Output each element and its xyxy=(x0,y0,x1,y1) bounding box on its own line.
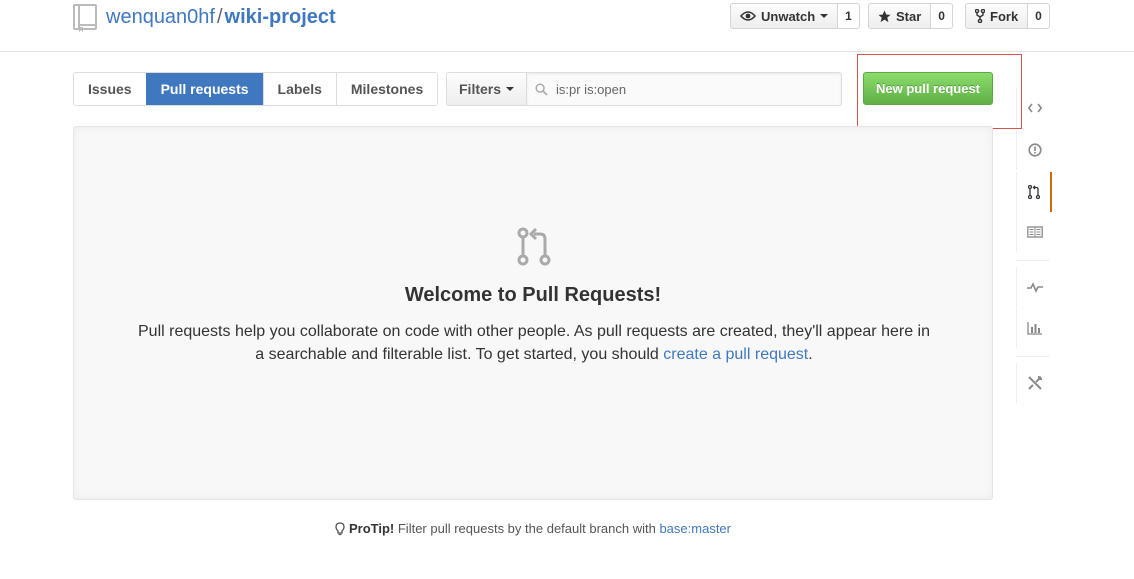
filters-label: Filters xyxy=(459,81,502,97)
pull-request-icon xyxy=(517,227,551,266)
sidebar-code[interactable] xyxy=(1016,88,1052,128)
repo-icon xyxy=(73,4,97,32)
blankslate-line2: a searchable and filterable list. To get… xyxy=(255,346,664,363)
issues-icon xyxy=(1027,143,1042,157)
sidebar-settings[interactable] xyxy=(1016,363,1052,403)
sidebar-graphs[interactable] xyxy=(1016,308,1052,348)
sidebar-issues[interactable] xyxy=(1016,130,1052,170)
forks-count[interactable]: 0 xyxy=(1028,3,1050,29)
search-value: is:pr is:open xyxy=(556,81,627,97)
tab-milestones[interactable]: Milestones xyxy=(335,73,438,105)
unwatch-button[interactable]: Unwatch xyxy=(730,3,839,29)
search-input[interactable]: is:pr is:open xyxy=(527,72,842,106)
fork-group: Fork 0 xyxy=(965,3,1050,29)
repo-owner-link[interactable]: wenquan0hf xyxy=(106,6,215,28)
fork-icon xyxy=(975,9,985,23)
protip-label: ProTip! xyxy=(348,521,395,536)
eye-icon xyxy=(740,11,756,21)
graphs-icon xyxy=(1026,322,1042,335)
sidebar-pull-requests[interactable] xyxy=(1016,172,1052,212)
repo-name-link[interactable]: wiki-project xyxy=(225,6,336,28)
search-icon xyxy=(535,82,548,96)
chevron-down-icon xyxy=(506,87,515,91)
pull-request-icon xyxy=(1027,185,1040,199)
blankslate-line1: Pull requests help you collaborate on co… xyxy=(138,323,930,340)
star-button[interactable]: Star xyxy=(868,3,932,29)
filter-bar: Filters is:pr is:open xyxy=(446,72,842,106)
code-icon xyxy=(1027,103,1042,113)
blankslate-text: Pull requests help you collaborate on co… xyxy=(114,320,954,366)
base-master-link[interactable]: base:master xyxy=(659,521,731,536)
fork-button[interactable]: Fork xyxy=(965,3,1029,29)
sidebar-wiki[interactable] xyxy=(1016,212,1052,252)
wiki-icon xyxy=(1026,226,1043,238)
tab-pull-requests[interactable]: Pull requests xyxy=(145,73,263,105)
repo-title: wenquan0hf / wiki-project xyxy=(106,5,336,29)
subnav-links: Issues Pull requests Labels Milestones xyxy=(73,72,439,106)
fork-label: Fork xyxy=(990,8,1019,24)
tab-labels[interactable]: Labels xyxy=(262,73,336,105)
protip: ProTip! Filter pull requests by the defa… xyxy=(0,521,1066,536)
lightbulb-icon xyxy=(335,522,345,536)
unwatch-label: Unwatch xyxy=(761,8,816,24)
star-group: Star 0 xyxy=(868,3,953,29)
blankslate-suffix: . xyxy=(808,346,813,363)
blankslate: Welcome to Pull Requests! Pull requests … xyxy=(73,126,993,500)
sidebar-pulse[interactable] xyxy=(1016,267,1052,307)
star-icon xyxy=(878,9,891,22)
pulse-icon xyxy=(1026,282,1043,293)
repo-separator: / xyxy=(216,6,223,28)
create-pull-request-link[interactable]: create a pull request xyxy=(663,346,808,363)
watchers-count[interactable]: 1 xyxy=(838,3,860,29)
highlight-box xyxy=(857,54,1022,129)
settings-icon xyxy=(1027,376,1042,390)
repo-header: wenquan0hf / wiki-project Unwatch 1 Star 0 xyxy=(0,0,1134,52)
stars-count[interactable]: 0 xyxy=(931,3,953,29)
sidebar-divider xyxy=(1016,260,1050,261)
protip-text: Filter pull requests by the default bran… xyxy=(394,521,660,536)
star-label: Star xyxy=(896,8,922,24)
blankslate-title: Welcome to Pull Requests! xyxy=(404,284,662,306)
chevron-down-icon xyxy=(820,14,829,18)
tab-issues[interactable]: Issues xyxy=(74,73,146,105)
watch-group: Unwatch 1 xyxy=(730,3,860,29)
filters-dropdown[interactable]: Filters xyxy=(446,72,528,106)
sidebar-divider xyxy=(1016,356,1050,357)
